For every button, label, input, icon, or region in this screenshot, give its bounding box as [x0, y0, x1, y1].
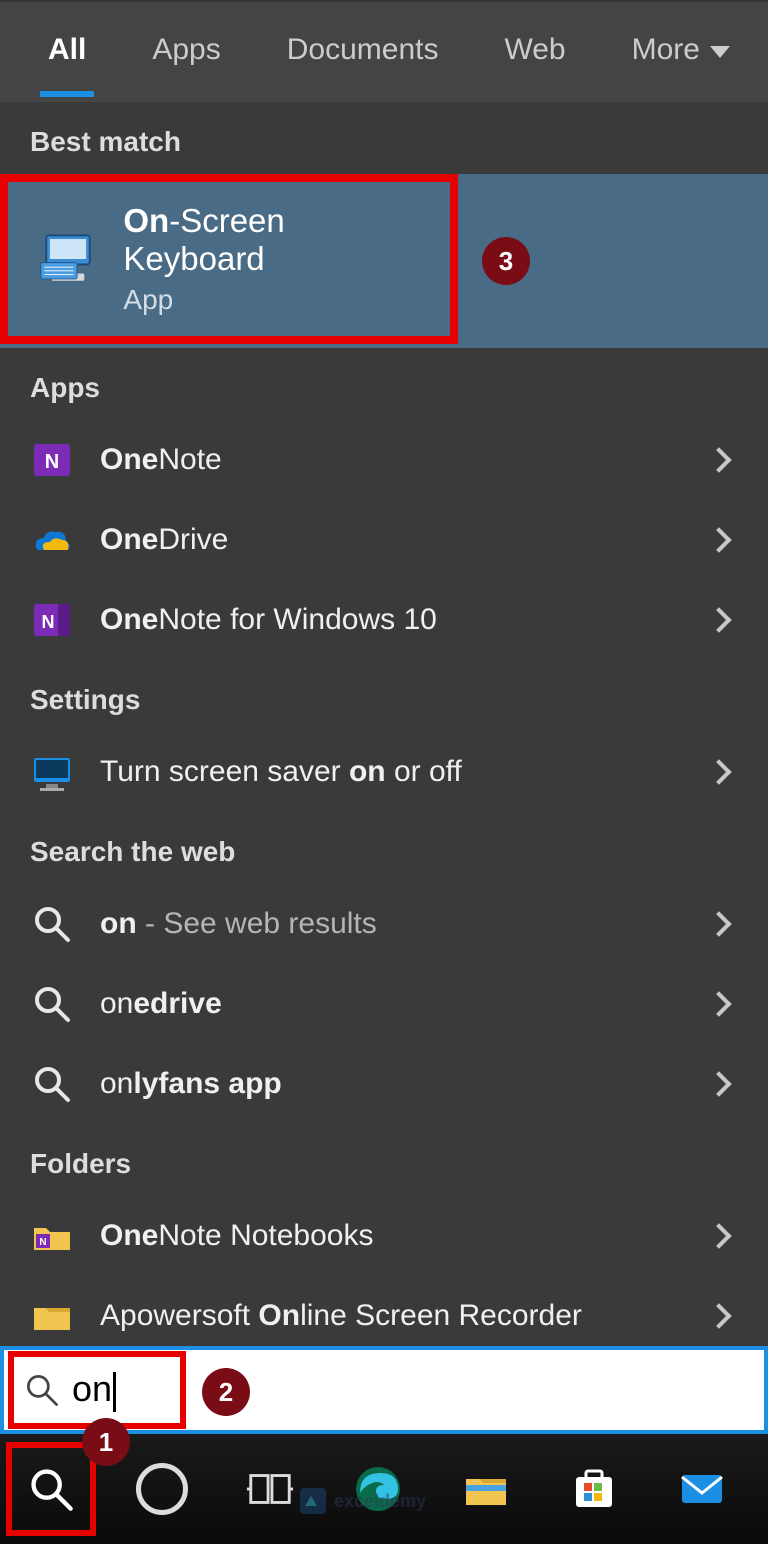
list-rest: Note [158, 443, 221, 476]
section-search-web: Search the web [0, 812, 768, 884]
taskbar-store-button[interactable] [552, 1447, 636, 1531]
taskbar-cortana-button[interactable] [120, 1447, 204, 1531]
chevron-right-icon [706, 607, 731, 632]
list-pre: Apowersoft [100, 1299, 258, 1332]
list-bold: One [100, 443, 158, 476]
best-match-row[interactable]: On-Screen Keyboard App 3 [0, 174, 768, 348]
svg-text:N: N [45, 451, 59, 473]
web-result-on[interactable]: on - See web results [0, 884, 768, 964]
chevron-right-icon [706, 527, 731, 552]
svg-text:N: N [39, 1237, 46, 1248]
mail-icon [676, 1463, 728, 1515]
svg-text:N: N [42, 612, 55, 632]
file-explorer-icon [460, 1463, 512, 1515]
app-result-onenote[interactable]: N OneNote [0, 420, 768, 500]
chevron-right-icon [706, 1223, 731, 1248]
annotation-callout-3: 3 [482, 237, 530, 285]
tab-more[interactable]: More [624, 19, 738, 95]
section-apps: Apps [0, 348, 768, 420]
folder-icon [30, 1294, 74, 1338]
list-bold: On [258, 1299, 300, 1332]
taskview-icon [245, 1464, 295, 1514]
setting-screen-saver[interactable]: Turn screen saver on or off [0, 732, 768, 812]
folder-apowersoft[interactable]: Apowersoft Online Screen Recorder [0, 1276, 768, 1356]
list-bold: lyfans app [133, 1067, 281, 1100]
tab-all[interactable]: All [40, 19, 94, 95]
search-icon [30, 902, 74, 946]
tab-documents[interactable]: Documents [279, 19, 447, 95]
list-post: or off [386, 755, 462, 788]
search-icon [22, 1370, 62, 1410]
taskbar-explorer-button[interactable] [444, 1447, 528, 1531]
list-bold: One [100, 603, 158, 636]
list-bold: on [349, 755, 386, 788]
tab-apps[interactable]: Apps [144, 19, 228, 95]
keyboard-monitor-icon [38, 229, 97, 289]
onenote-win10-icon: N [30, 598, 74, 642]
search-icon [30, 1062, 74, 1106]
web-result-onlyfans[interactable]: onlyfans app [0, 1044, 768, 1124]
best-match-title-bold: On [123, 202, 169, 239]
search-tabs: All Apps Documents Web More [0, 2, 768, 102]
list-bold: One [100, 1219, 158, 1252]
text-caret [113, 1372, 116, 1412]
taskbar-search-button[interactable] [6, 1442, 96, 1536]
tab-web[interactable]: Web [496, 19, 573, 95]
app-result-onenote-win10[interactable]: N OneNote for Windows 10 [0, 580, 768, 660]
list-rest: Drive [158, 523, 228, 556]
section-best-match: Best match [0, 102, 768, 174]
windows-search-panel: All Apps Documents Web More Best match [0, 0, 768, 1346]
app-result-onedrive[interactable]: OneDrive [0, 500, 768, 580]
search-icon [30, 982, 74, 1026]
annotation-callout-2: 2 [202, 1368, 250, 1416]
cortana-icon [136, 1463, 188, 1515]
list-pre: on [100, 1067, 133, 1100]
folder-onenote-notebooks[interactable]: N OneNote Notebooks [0, 1196, 768, 1276]
section-settings: Settings [0, 660, 768, 732]
folder-onenote-icon: N [30, 1214, 74, 1258]
best-match-text: On-Screen Keyboard App [123, 202, 432, 316]
annotation-box-search-text: on [8, 1351, 186, 1429]
list-post: line Screen Recorder [300, 1299, 582, 1332]
taskbar-mail-button[interactable] [660, 1447, 744, 1531]
web-result-onedrive[interactable]: onedrive [0, 964, 768, 1044]
tab-more-label: More [632, 33, 700, 67]
list-pre: Turn screen saver [100, 755, 349, 788]
list-bold: One [100, 523, 158, 556]
section-folders: Folders [0, 1124, 768, 1196]
chevron-right-icon [706, 759, 731, 784]
list-muted: - See web results [137, 907, 377, 940]
chevron-right-icon [706, 1303, 731, 1328]
onedrive-icon [30, 518, 74, 562]
chevron-right-icon [706, 991, 731, 1016]
list-bold: edrive [133, 987, 221, 1020]
chevron-right-icon [706, 447, 731, 472]
list-pre: on [100, 987, 133, 1020]
search-input-value[interactable]: on [72, 1368, 116, 1411]
chevron-right-icon [706, 911, 731, 936]
best-match-subtitle: App [123, 284, 432, 316]
search-icon [27, 1465, 75, 1513]
chevron-down-icon [710, 46, 730, 58]
chevron-right-icon [706, 1071, 731, 1096]
list-rest: Note for Windows 10 [158, 603, 436, 636]
watermark: exceldemy [300, 1488, 426, 1514]
list-rest: Note Notebooks [158, 1219, 373, 1252]
monitor-icon [30, 750, 74, 794]
list-bold: on [100, 907, 137, 940]
onenote-icon: N [30, 438, 74, 482]
microsoft-store-icon [568, 1463, 620, 1515]
